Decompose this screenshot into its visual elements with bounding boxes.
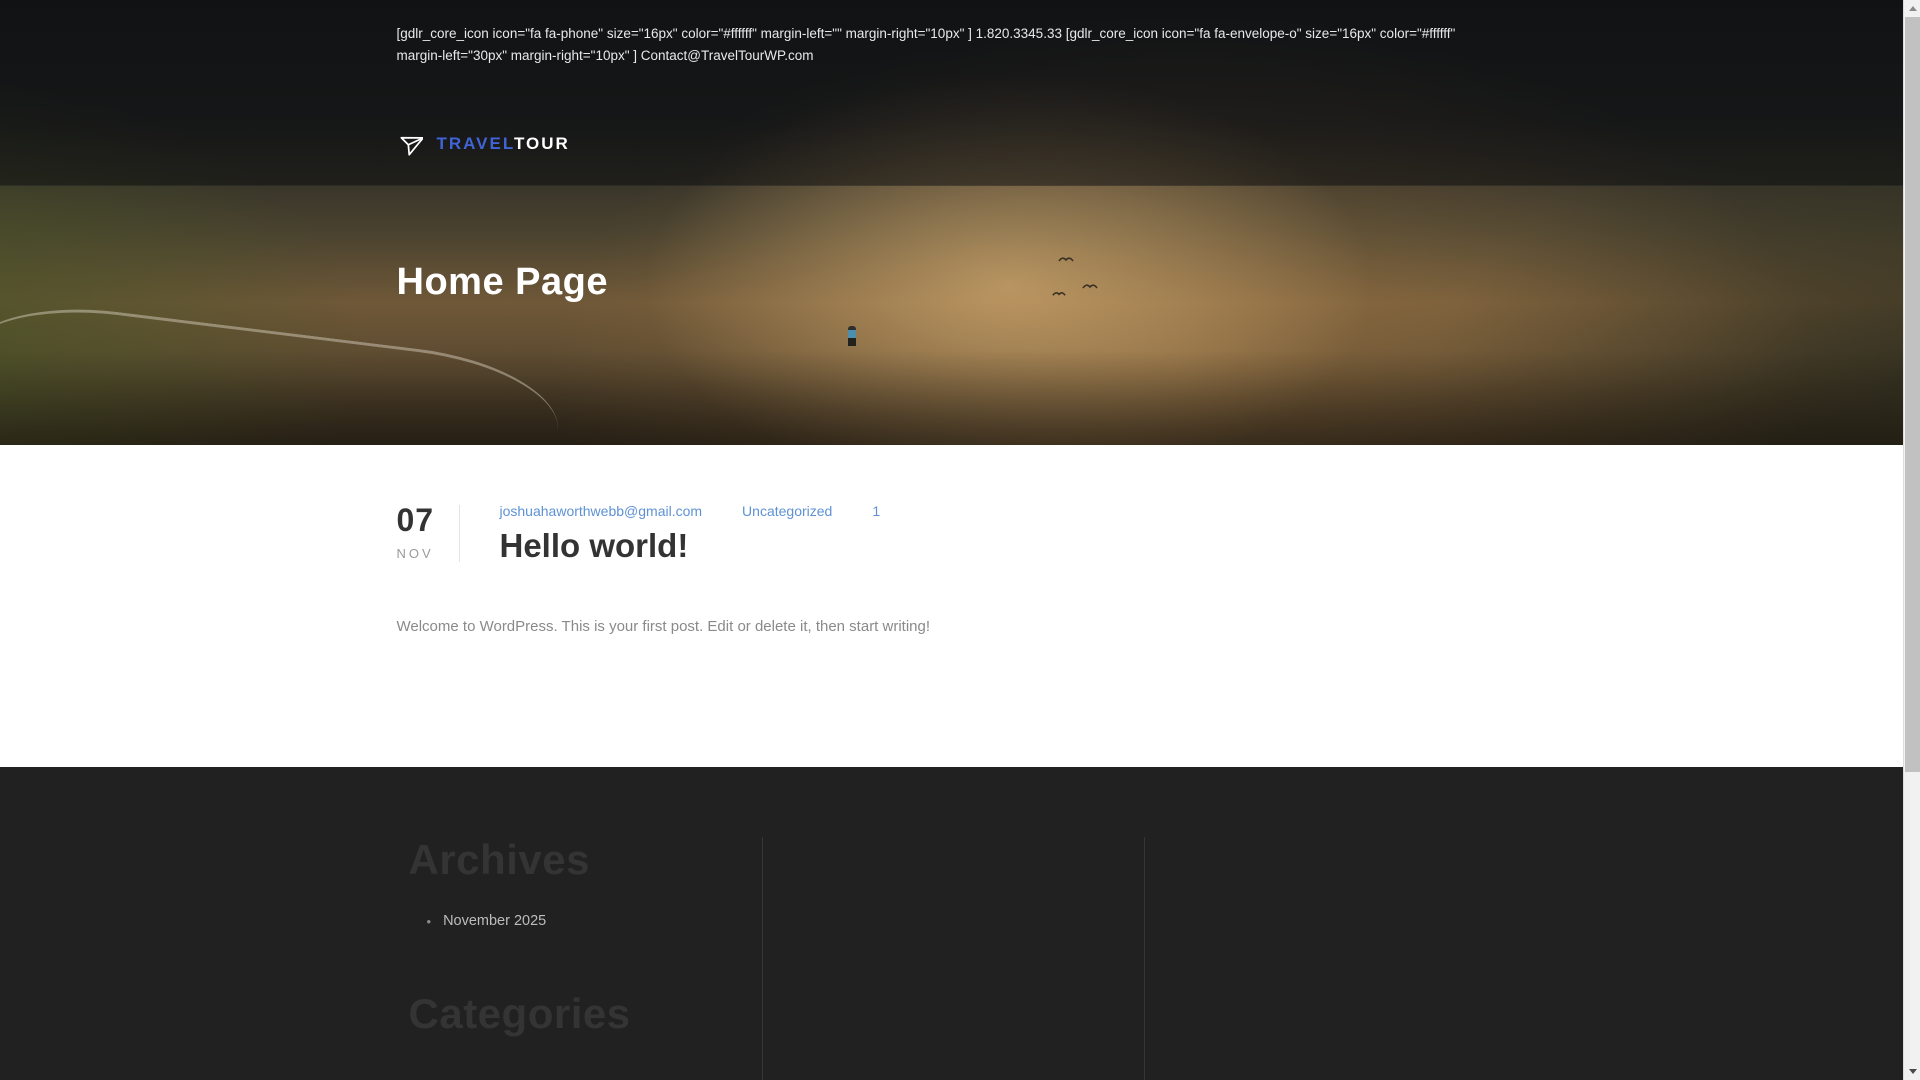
- scrollbar-down-button[interactable]: [1904, 1063, 1920, 1080]
- post-author-link[interactable]: joshuahaworthwebb@gmail.com: [500, 503, 703, 519]
- site-logo[interactable]: TRAVELTOUR: [397, 131, 570, 157]
- footer-widget-column-1: Archives • November 2025 Categories: [397, 836, 762, 1080]
- scrollbar[interactable]: [1903, 0, 1920, 1080]
- date-divider: [458, 505, 460, 562]
- site-logo-text: TRAVELTOUR: [437, 134, 570, 154]
- footer-columns: Archives • November 2025 Categories: [397, 767, 1507, 1080]
- hero-banner: [gdlr_core_icon icon="fa fa-phone" size=…: [0, 0, 1903, 445]
- runner-figure: [848, 326, 856, 346]
- archive-link-november-2025[interactable]: November 2025: [443, 913, 546, 929]
- guardrail-shape: [0, 293, 566, 445]
- footer-widget-column-3: [1143, 837, 1507, 1080]
- post-meta: joshuahaworthwebb@gmail.com Uncategorize…: [500, 503, 881, 519]
- post-date-day: 07: [396, 502, 435, 538]
- archives-list: • November 2025: [409, 913, 762, 929]
- post-excerpt: Welcome to WordPress. This is your first…: [396, 618, 931, 635]
- footer: Archives • November 2025 Categories: [0, 767, 1903, 1080]
- archives-widget-title: Archives: [408, 836, 590, 883]
- footer-widget-column-2: [761, 837, 1144, 1080]
- post-comments-link[interactable]: 1: [872, 503, 880, 519]
- page: [gdlr_core_icon icon="fa fa-phone" size=…: [0, 0, 1903, 1080]
- arrow-down-icon: [1908, 1069, 1917, 1074]
- topbar-line-2: margin-left="30px" margin-right="10px" ]…: [396, 48, 814, 63]
- post-category-link[interactable]: Uncategorized: [742, 503, 832, 519]
- page-title: Home Page: [396, 261, 608, 303]
- post-title[interactable]: Hello world!: [500, 527, 881, 565]
- post-date: 07 NOV: [396, 502, 459, 565]
- logo-text-secondary: TOUR: [513, 134, 570, 153]
- topbar-line-1: [gdlr_core_icon icon="fa fa-phone" size=…: [396, 26, 1456, 41]
- plane-icon: [399, 136, 423, 156]
- arrow-up-icon: [1908, 6, 1917, 11]
- logo-text-primary: TRAVEL: [436, 134, 514, 153]
- scrollbar-thumb[interactable]: [1905, 17, 1920, 772]
- blog-section: 07 NOV joshuahaworthwebb@gmail.com Uncat…: [0, 445, 1903, 767]
- bullet-dot: •: [426, 913, 432, 929]
- topbar-shortcode-text: [gdlr_core_icon icon="fa fa-phone" size=…: [397, 0, 1507, 67]
- post-header-row: 07 NOV joshuahaworthwebb@gmail.com Uncat…: [397, 445, 1507, 565]
- scrollbar-up-button[interactable]: [1904, 0, 1920, 17]
- list-item: • November 2025: [409, 913, 762, 929]
- categories-widget-title: Categories: [408, 990, 631, 1038]
- post-date-month: NOV: [396, 546, 434, 562]
- post-main: joshuahaworthwebb@gmail.com Uncategorize…: [500, 503, 881, 565]
